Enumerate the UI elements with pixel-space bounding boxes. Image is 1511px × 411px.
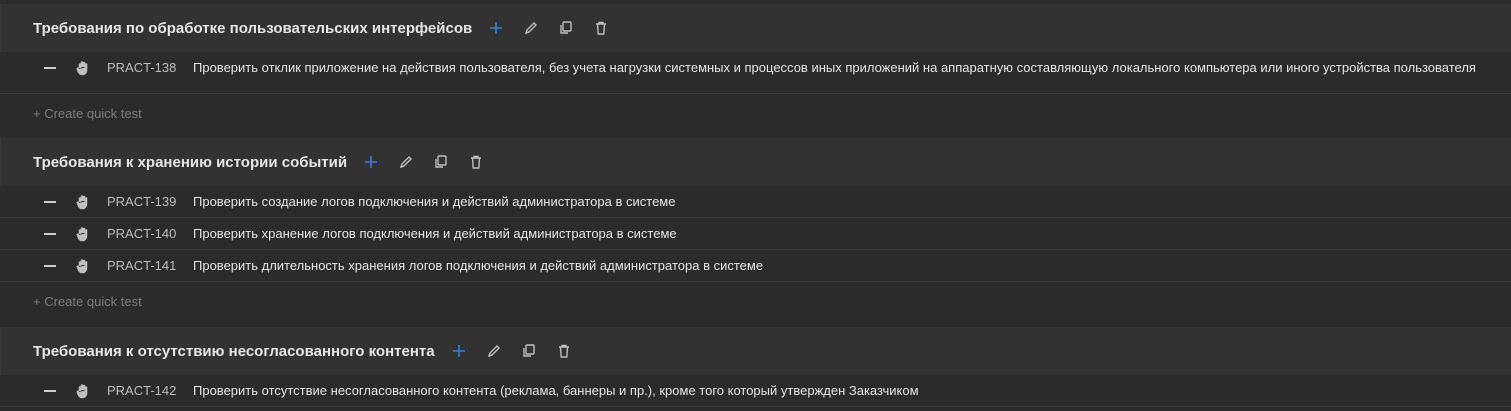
test-row[interactable]: PRACT-142 Проверить отсутствие несогласо… [0, 375, 1511, 407]
test-list: PRACT-142 Проверить отсутствие несогласо… [0, 375, 1511, 407]
test-key[interactable]: PRACT-138 [107, 60, 193, 76]
create-quick-test-button[interactable]: + Create quick test [0, 282, 1511, 320]
remove-minus-icon[interactable] [43, 194, 57, 210]
drag-hand-icon[interactable] [75, 383, 91, 399]
section-title: Требования к хранению истории событий [33, 153, 348, 171]
edit-pencil-icon[interactable] [484, 341, 504, 361]
section-event-history: Требования к хранению истории событий PR… [0, 138, 1511, 320]
test-key[interactable]: PRACT-141 [107, 258, 193, 274]
add-test-plus-icon[interactable] [486, 18, 506, 38]
delete-trash-icon[interactable] [466, 152, 486, 172]
delete-trash-icon[interactable] [591, 18, 611, 38]
section-header: Требования к хранению истории событий [0, 138, 1511, 186]
edit-pencil-icon[interactable] [521, 18, 541, 38]
delete-trash-icon[interactable] [554, 341, 574, 361]
remove-minus-icon[interactable] [43, 226, 57, 242]
remove-minus-icon[interactable] [43, 60, 57, 76]
test-summary[interactable]: Проверить хранение логов подключения и д… [193, 223, 1495, 244]
remove-minus-icon[interactable] [43, 383, 57, 399]
drag-hand-icon[interactable] [75, 194, 91, 210]
section-header: Требования к отсутствию несогласованного… [0, 327, 1511, 375]
copy-icon[interactable] [519, 341, 539, 361]
remove-minus-icon[interactable] [43, 258, 57, 274]
test-row[interactable]: PRACT-140 Проверить хранение логов подкл… [0, 218, 1511, 250]
create-quick-test-button[interactable]: + Create quick test [0, 94, 1511, 132]
section-ui-processing: Требования по обработке пользовательских… [0, 4, 1511, 132]
test-summary[interactable]: Проверить отсутствие несогласованного ко… [193, 380, 1495, 401]
section-header: Требования по обработке пользовательских… [0, 4, 1511, 52]
drag-hand-icon[interactable] [75, 226, 91, 242]
test-key[interactable]: PRACT-142 [107, 383, 193, 399]
add-test-plus-icon[interactable] [361, 152, 381, 172]
test-list: PRACT-139 Проверить создание логов подкл… [0, 186, 1511, 320]
add-test-plus-icon[interactable] [449, 341, 469, 361]
copy-icon[interactable] [556, 18, 576, 38]
test-row[interactable]: PRACT-138 Проверить отклик приложение на… [0, 52, 1511, 94]
drag-hand-icon[interactable] [75, 258, 91, 274]
drag-hand-icon[interactable] [75, 60, 91, 76]
section-title: Требования по обработке пользовательских… [33, 19, 473, 37]
test-list: PRACT-138 Проверить отклик приложение на… [0, 52, 1511, 132]
test-summary[interactable]: Проверить длительность хранения логов по… [193, 255, 1495, 276]
test-key[interactable]: PRACT-140 [107, 226, 193, 242]
copy-icon[interactable] [431, 152, 451, 172]
test-key[interactable]: PRACT-139 [107, 194, 193, 210]
edit-pencil-icon[interactable] [396, 152, 416, 172]
section-unapproved-content: Требования к отсутствию несогласованного… [0, 327, 1511, 407]
test-summary[interactable]: Проверить отклик приложение на действия … [193, 57, 1495, 78]
test-suite-page: Требования по обработке пользовательских… [0, 0, 1511, 411]
test-row[interactable]: PRACT-139 Проверить создание логов подкл… [0, 186, 1511, 218]
test-row[interactable]: PRACT-141 Проверить длительность хранени… [0, 250, 1511, 282]
test-summary[interactable]: Проверить создание логов подключения и д… [193, 191, 1495, 212]
section-title: Требования к отсутствию несогласованного… [33, 342, 435, 360]
